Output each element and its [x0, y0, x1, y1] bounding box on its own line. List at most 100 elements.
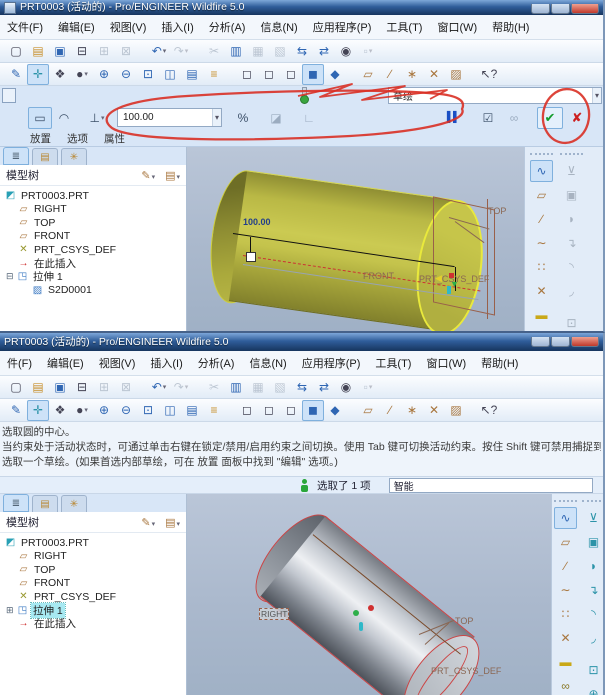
menu-item[interactable]: 信息(N) [260, 19, 297, 35]
undo-icon[interactable]: ↶ [148, 41, 170, 62]
print-setup-icon[interactable]: ⊞ [93, 41, 115, 62]
menu-item[interactable]: 工具(T) [386, 19, 422, 35]
regenerate-icon[interactable]: ⇆ [291, 41, 313, 62]
pattern-tool-icon[interactable]: ⊕ [582, 683, 603, 695]
sweep-tool-icon[interactable]: ◗ [582, 555, 603, 577]
select-box-icon[interactable]: ▫ [357, 41, 379, 62]
datum-label-top[interactable]: TOP [488, 206, 506, 216]
zoom-out-icon[interactable]: ⊖ [115, 400, 137, 421]
display-style-icon[interactable]: ● [71, 400, 93, 421]
tab-options[interactable]: 选项 [67, 131, 88, 146]
tree-columns-icon[interactable]: ▤ [165, 169, 180, 182]
print-icon[interactable]: ⊟ [71, 377, 93, 398]
menu-item[interactable]: 插入(I) [150, 355, 182, 371]
shaded-icon[interactable]: ◼ [302, 400, 324, 421]
chamfer-tool-icon[interactable]: ◞ [560, 280, 583, 302]
navigator-tab-model-tree[interactable]: ≣ [3, 147, 29, 165]
orient-mode-icon[interactable]: ❖ [49, 400, 71, 421]
regenerate-manager-icon[interactable]: ⇄ [313, 377, 335, 398]
datum-point-icon[interactable]: ∷ [554, 603, 577, 625]
datum-axis-toggle[interactable]: ∕ [379, 400, 401, 421]
3d-viewport[interactable]: 100.00 TOP FRONT PRT_CSYS_DEF ◀ ▼ [187, 147, 524, 333]
repaint-icon[interactable]: ✎ [5, 400, 27, 421]
menu-item[interactable]: 窗口(W) [437, 19, 477, 35]
tree-item-s2d0001[interactable]: ▨ S2D0001 [0, 284, 186, 298]
dimension-value[interactable]: 100.00 [243, 217, 271, 227]
menu-item[interactable]: 应用程序(P) [313, 19, 372, 35]
select-box-icon[interactable]: ▫ [357, 377, 379, 398]
maximize-button[interactable] [551, 337, 570, 347]
thicken-sketch-button[interactable]: ∟ [297, 107, 321, 129]
email-icon[interactable]: ⊠ [115, 377, 137, 398]
spin-center-icon[interactable]: ✛ [27, 64, 49, 85]
datum-plane-icon[interactable]: ▱ [530, 184, 553, 206]
blend-tool-icon[interactable]: ↴ [560, 232, 583, 254]
tree-expand-toggle[interactable]: ⊞ [6, 606, 15, 615]
annotation-pin-icon[interactable]: ◆ [324, 64, 346, 85]
tree-item-insert-here[interactable]: → 在此插入 [0, 617, 186, 631]
preview-toggle-checkbox[interactable]: ☑ [476, 107, 500, 129]
view-manager-icon[interactable]: ▤ [181, 400, 203, 421]
analysis-ruler-icon[interactable]: ▬ [530, 304, 553, 326]
titlebar[interactable]: PRT0003 (活动的) - Pro/ENGINEER Wildfire 5.… [0, 333, 603, 351]
datum-point-toggle[interactable]: ∗ [401, 64, 423, 85]
datum-axis-toggle[interactable]: ∕ [379, 64, 401, 85]
annotation-pin-icon[interactable]: ◆ [324, 400, 346, 421]
paste-icon[interactable]: ▦ [247, 41, 269, 62]
tree-item-prt0003[interactable]: ◩ PRT0003.PRT [0, 189, 186, 203]
wireframe-icon[interactable]: ◻ [236, 64, 258, 85]
named-views-icon[interactable]: ◫ [159, 64, 181, 85]
remove-material-button[interactable]: ◪ [264, 107, 288, 129]
hidden-line-icon[interactable]: ◻ [258, 64, 280, 85]
maximize-button[interactable] [551, 4, 570, 14]
navigator-tab-favorites[interactable]: ✳ [61, 495, 87, 512]
minimize-button[interactable] [531, 4, 550, 14]
sketch-combo[interactable]: 草绘 ▾ [388, 87, 602, 104]
annotation-toggle[interactable]: ▨ [445, 400, 467, 421]
redo-icon[interactable]: ↷ [170, 377, 192, 398]
graph-tool-icon[interactable]: ∿ [530, 160, 553, 182]
cut-icon[interactable]: ✂ [203, 377, 225, 398]
open-file-icon[interactable]: ▤ [27, 41, 49, 62]
chevron-down-icon[interactable]: ▾ [212, 109, 221, 126]
navigator-tab-model-tree[interactable]: ≣ [3, 494, 29, 512]
datum-axis-icon[interactable]: ∕ [530, 208, 553, 230]
copy-geometry-icon[interactable]: ⊡ [560, 312, 583, 333]
depth-option-button[interactable]: ⊥ [85, 107, 109, 129]
menu-item[interactable]: 分析(A) [198, 355, 235, 371]
tree-item-top[interactable]: ▱ TOP [0, 216, 186, 230]
tree-item-extrude1[interactable]: ⊞ ◳ 拉伸 1 [0, 604, 186, 618]
shaded-icon[interactable]: ◼ [302, 64, 324, 85]
datum-csys-icon[interactable]: ✕ [530, 280, 553, 302]
navigator-tab-folders[interactable]: ▤ [32, 495, 58, 512]
paste-special-icon[interactable]: ▧ [269, 41, 291, 62]
wireframe-icon[interactable]: ◻ [236, 400, 258, 421]
chamfer-tool-icon[interactable]: ◞ [582, 627, 603, 649]
redo-icon[interactable]: ↷ [170, 41, 192, 62]
minimize-button[interactable] [531, 337, 550, 347]
refit-icon[interactable]: ⊡ [137, 64, 159, 85]
3d-viewport[interactable]: RIGHT TOP PRT_CSYS_DEF FRONT [187, 494, 551, 695]
new-file-icon[interactable]: ▢ [5, 41, 27, 62]
datum-curve-icon[interactable]: ∼ [530, 232, 553, 254]
print-setup-icon[interactable]: ⊞ [93, 377, 115, 398]
print-icon[interactable]: ⊟ [71, 41, 93, 62]
repaint-icon[interactable]: ✎ [5, 64, 27, 85]
surface-type-button[interactable]: ◠ [52, 107, 76, 129]
analysis-ruler-icon[interactable]: ▬ [554, 651, 577, 673]
chevron-down-icon[interactable]: ▾ [592, 88, 601, 103]
datum-curve-icon[interactable]: ∼ [554, 579, 577, 601]
tree-item-extrude1[interactable]: ⊟ ◳ 拉伸 1 [0, 270, 186, 284]
datum-label-top[interactable]: TOP [455, 616, 473, 626]
menu-item[interactable]: 应用程序(P) [302, 355, 361, 371]
context-help-icon[interactable]: ↖? [478, 64, 500, 85]
csys-label[interactable]: PRT_CSYS_DEF [431, 666, 501, 676]
selection-filter-combo[interactable]: 智能 [389, 478, 593, 493]
search-icon[interactable]: ◉ [335, 377, 357, 398]
tree-expand-toggle[interactable]: ⊟ [6, 272, 15, 281]
depth-value-combo[interactable]: 100.00 ▾ [117, 108, 222, 127]
datum-point-toggle[interactable]: ∗ [401, 400, 423, 421]
round-tool-icon[interactable]: ◝ [582, 603, 603, 625]
tree-item-csys[interactable]: ✕ PRT_CSYS_DEF [0, 590, 186, 604]
datum-csys-toggle[interactable]: ✕ [423, 64, 445, 85]
